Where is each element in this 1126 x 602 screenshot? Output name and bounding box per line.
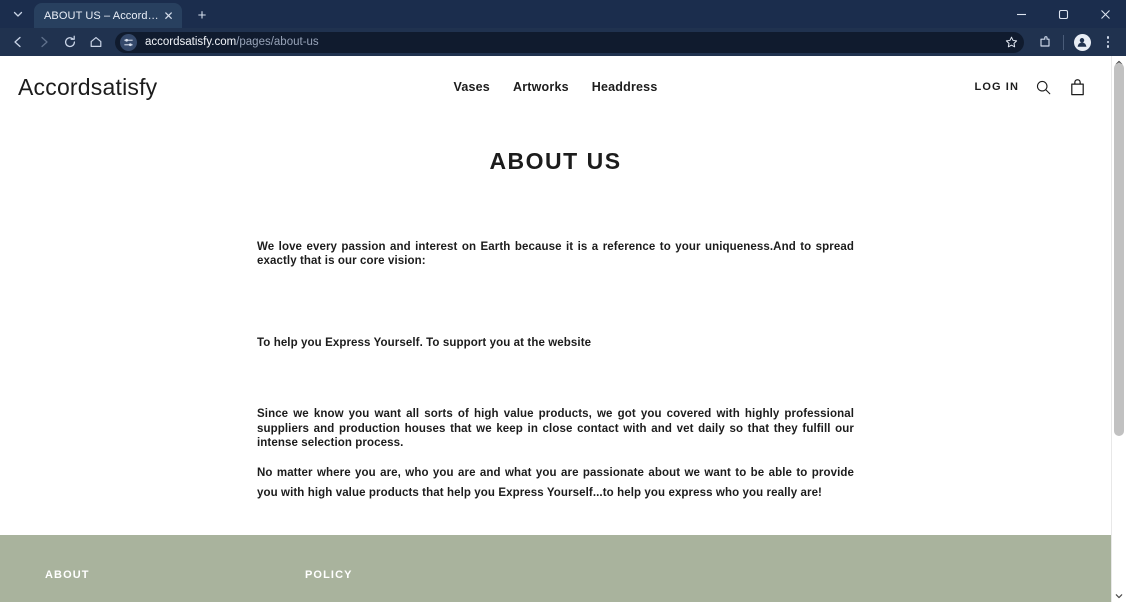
star-icon[interactable]	[1005, 36, 1018, 49]
tab-title: ABOUT US – Accordsatisfy	[44, 9, 161, 22]
page-viewport: Accordsatisfy Vases Artworks Headdress L…	[0, 56, 1126, 602]
site-logo[interactable]: Accordsatisfy	[18, 74, 157, 101]
site-footer: ABOUT POLICY	[0, 535, 1111, 602]
browser-tab-active[interactable]: ABOUT US – Accordsatisfy ✕	[34, 3, 182, 28]
browser-window: ABOUT US – Accordsatisfy ✕ +	[0, 0, 1126, 602]
scrollbar-down-arrow[interactable]	[1112, 589, 1126, 602]
three-dot-menu-icon[interactable]	[1096, 30, 1120, 54]
search-icon[interactable]	[1035, 79, 1052, 96]
main-navigation: Vases Artworks Headdress	[0, 80, 1111, 94]
chevron-down-icon	[13, 9, 23, 19]
forward-button[interactable]	[32, 30, 56, 54]
reload-button[interactable]	[58, 30, 82, 54]
scrollbar-thumb[interactable]	[1114, 63, 1124, 436]
toolbar-divider	[1063, 34, 1064, 50]
window-maximize-button[interactable]	[1042, 0, 1084, 28]
tab-strip: ABOUT US – Accordsatisfy ✕ +	[0, 0, 1126, 28]
nav-item-vases[interactable]: Vases	[454, 80, 490, 94]
tab-close-button[interactable]: ✕	[161, 8, 176, 23]
login-link[interactable]: LOG IN	[975, 81, 1020, 93]
about-paragraph-2: To help you Express Yourself. To support…	[257, 336, 592, 349]
footer-column-about: ABOUT	[45, 569, 305, 581]
about-content: We love every passion and interest on Ea…	[257, 175, 854, 504]
tune-icon[interactable]	[120, 33, 137, 51]
tab-search-button[interactable]	[5, 3, 31, 25]
web-page: Accordsatisfy Vases Artworks Headdress L…	[0, 56, 1111, 602]
footer-columns: ABOUT POLICY	[0, 535, 1111, 581]
shopping-bag-icon[interactable]	[1068, 78, 1087, 97]
footer-column-policy: POLICY	[305, 569, 353, 581]
home-button[interactable]	[84, 30, 108, 54]
browser-toolbar: accordsatisfy.com/pages/about-us	[0, 28, 1126, 56]
about-paragraph-3: Since we know you want all sorts of high…	[257, 408, 854, 449]
window-close-button[interactable]	[1084, 0, 1126, 28]
url-host: accordsatisfy.com	[145, 36, 237, 48]
page-title: ABOUT US	[489, 148, 622, 174]
new-tab-button[interactable]: +	[190, 4, 214, 26]
address-bar[interactable]: accordsatisfy.com/pages/about-us	[115, 31, 1024, 53]
footer-heading-policy: POLICY	[305, 569, 353, 581]
page-scrollbar[interactable]	[1111, 56, 1126, 602]
window-controls	[1000, 0, 1126, 28]
about-paragraph-1: We love every passion and interest on Ea…	[257, 241, 854, 268]
back-button[interactable]	[6, 30, 30, 54]
about-paragraph-4: No matter where you are, who you are and…	[257, 467, 854, 500]
header-actions: LOG IN	[975, 78, 1094, 97]
footer-heading-about: ABOUT	[45, 569, 90, 581]
nav-item-artworks[interactable]: Artworks	[513, 80, 569, 94]
extensions-icon[interactable]	[1033, 30, 1057, 54]
nav-item-headdress[interactable]: Headdress	[592, 80, 658, 94]
url-text: accordsatisfy.com/pages/about-us	[145, 36, 319, 48]
url-path: /pages/about-us	[236, 36, 319, 48]
site-header: Accordsatisfy Vases Artworks Headdress L…	[0, 56, 1111, 118]
profile-avatar-icon[interactable]	[1070, 30, 1094, 54]
window-minimize-button[interactable]	[1000, 0, 1042, 28]
